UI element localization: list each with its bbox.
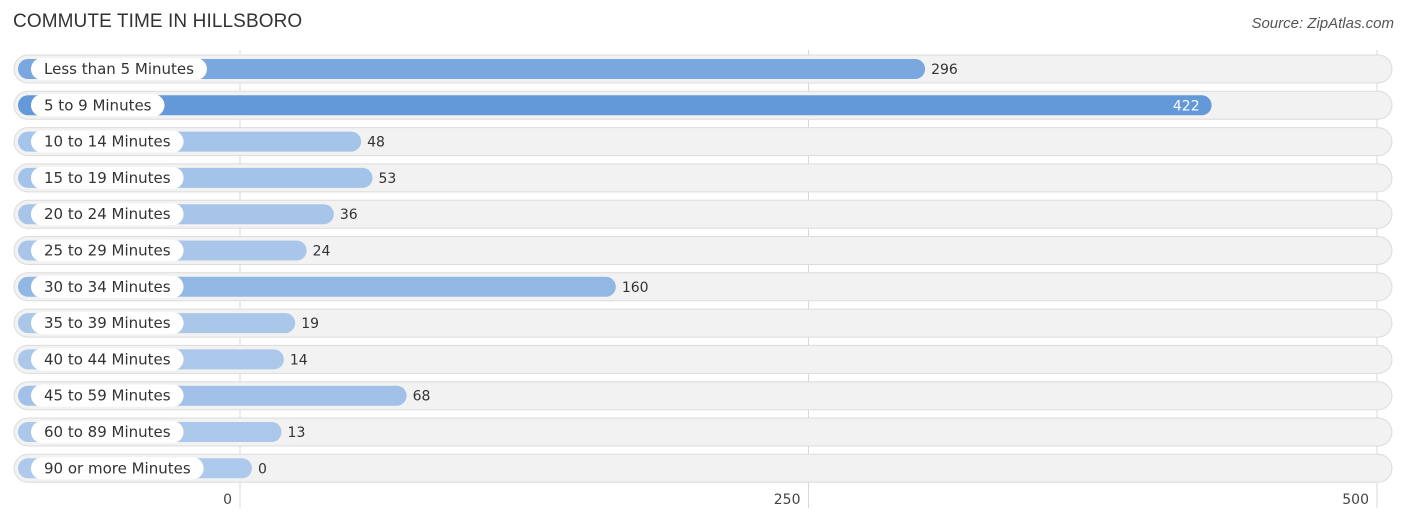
value-label: 36 [340,207,358,223]
category-label: 15 to 19 Minutes [44,169,171,187]
x-axis-ticks: 0 250 500 [223,492,1369,508]
bar-row: 45 to 59 Minutes 68 [13,381,1393,411]
value-label: 296 [931,62,958,78]
x-tick-label: 0 [223,492,232,508]
rows-layer: Less than 5 Minutes 296 5 to 9 Minutes 422 1… [13,54,1393,483]
value-label: 0 [258,461,267,477]
value-label: 19 [301,316,319,332]
bar-row: 40 to 44 Minutes 14 [13,344,1393,374]
bar[interactable] [18,95,1212,116]
value-label: 14 [290,352,308,368]
category-label: 35 to 39 Minutes [44,314,171,332]
bar-row: Less than 5 Minutes 296 [13,54,1393,84]
value-label: 53 [379,171,397,187]
value-label: 160 [622,280,649,296]
category-label: 25 to 29 Minutes [44,242,171,260]
bar-row: 5 to 9 Minutes 422 [13,90,1393,120]
category-label: 20 to 24 Minutes [44,205,171,223]
value-label: 24 [313,244,331,260]
value-label: 13 [288,425,306,441]
value-label: 422 [1173,98,1200,114]
bar-row: 15 to 19 Minutes 53 [13,163,1393,193]
bar-row: 20 to 24 Minutes 36 [13,199,1393,229]
value-label: 48 [367,135,385,151]
bar-row: 60 to 89 Minutes 13 [13,417,1393,447]
bar-row: 30 to 34 Minutes 160 [13,272,1393,302]
bar-row: 35 to 39 Minutes 19 [13,308,1393,338]
bar-row: 10 to 14 Minutes 48 [13,127,1393,157]
category-label: 60 to 89 Minutes [44,423,171,441]
category-label: 30 to 34 Minutes [44,278,171,296]
bar-row: 25 to 29 Minutes 24 [13,236,1393,265]
value-label: 68 [413,389,431,405]
category-label: 10 to 14 Minutes [44,133,171,151]
x-tick-label: 250 [774,492,801,508]
bar-row: 90 or more Minutes 0 [13,453,1393,483]
x-tick-label: 500 [1342,492,1369,508]
category-label: Less than 5 Minutes [44,60,194,78]
category-label: 45 to 59 Minutes [44,387,171,405]
category-label: 90 or more Minutes [44,459,191,477]
bar-chart: Less than 5 Minutes 296 5 to 9 Minutes 422 1… [13,50,1393,508]
category-label: 40 to 44 Minutes [44,350,171,368]
category-label: 5 to 9 Minutes [44,96,152,114]
